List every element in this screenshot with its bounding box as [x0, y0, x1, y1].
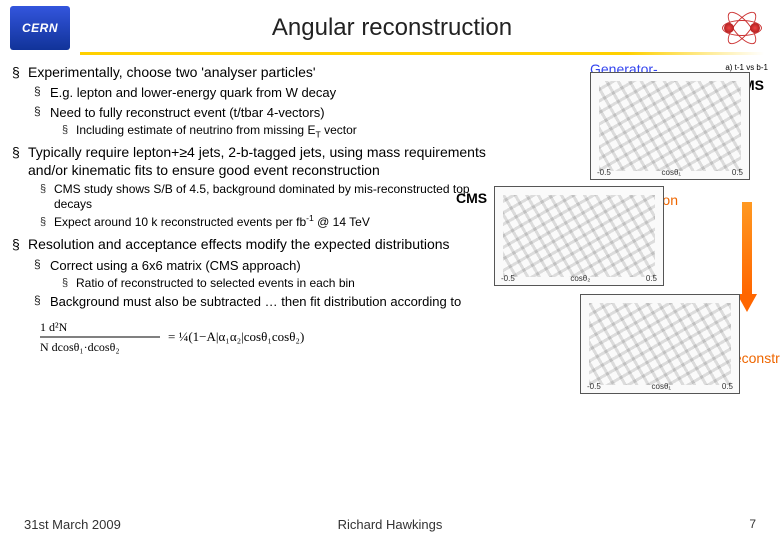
slide-body: Experimentally, choose two 'analyser par… [0, 55, 780, 400]
ax3-low: -0.5 [587, 382, 601, 391]
ax-low: -0.5 [597, 168, 611, 177]
plot-3d-reconstructed: -0.5 cosθ₁ 0.5 [580, 294, 740, 394]
figure-column: Generator-level CMS a) t-1 vs b-1 -0.5co… [490, 63, 778, 400]
slide-title: Angular reconstruction [70, 14, 714, 42]
ax-lbl1: cosθ₁ [662, 168, 682, 177]
bullet-2: Typically require lepton+≥4 jets, 2-b-ta… [10, 143, 490, 231]
formula-svg: 1 d²N N dcosθ₁·dcosθ₂ = ¼(1−A|α₁α₂|cosθ₁… [40, 317, 370, 357]
footer-author: Richard Hawkings [268, 517, 512, 532]
bullet-1-1: E.g. lepton and lower-energy quark from … [28, 84, 490, 101]
formula-num: 1 d²N [40, 320, 68, 334]
b22-pre: Expect around 10 k reconstructed events … [54, 215, 306, 229]
plot-3d-resolution: -0.5 cosθ₂ 0.5 [494, 186, 664, 286]
cms-label-2: CMS [456, 190, 487, 206]
b22-sup: -1 [306, 213, 314, 223]
bullet-3-1: Correct using a 6x6 matrix (CMS approach… [28, 257, 490, 292]
footer-page: 7 [512, 517, 756, 532]
ax2-low: -0.5 [501, 274, 515, 283]
formula-den: N dcosθ₁·dcosθ₂ [40, 340, 120, 354]
ax3-lbl: cosθ₁ [652, 382, 672, 391]
bullet-2-2: Expect around 10 k reconstructed events … [28, 215, 490, 231]
formula-rhs: = ¼(1−A|α₁α₂|cosθ₁cosθ₂) [168, 329, 304, 344]
ax2-high: 0.5 [646, 274, 657, 283]
slide-header: CERN Angular reconstruction [0, 0, 780, 52]
plot-3d-generator: -0.5 cosθ₁ 0.5 [590, 72, 750, 180]
bullet-2-1: CMS study shows S/B of 4.5, background d… [28, 182, 490, 214]
bullet-1-2: Need to fully reconstruct event (t/tbar … [28, 104, 490, 139]
cern-logo-text: CERN [22, 21, 58, 35]
bullet-3-2: Background must also be subtracted … the… [28, 293, 490, 310]
plot-1-wrap: Generator-level CMS a) t-1 vs b-1 -0.5co… [590, 63, 778, 180]
bullet-1: Experimentally, choose two 'analyser par… [10, 63, 490, 139]
plot-3-wrap: CMS Reconstructed -0.5cosθ₁0.5 [580, 294, 778, 394]
formula-block: 1 d²N N dcosθ₁·dcosθ₂ = ¼(1−A|α₁α₂|cosθ₁… [40, 317, 490, 357]
cern-logo: CERN [10, 6, 70, 50]
bullet-column: Experimentally, choose two 'analyser par… [10, 63, 490, 400]
bullet-2-text: Typically require lepton+≥4 jets, 2-b-ta… [28, 144, 486, 178]
bullet-3-1-1: Ratio of reconstructed to selected event… [50, 276, 490, 292]
ax-high: 0.5 [732, 168, 743, 177]
ax3-high: 0.5 [722, 382, 733, 391]
b22-post: @ 14 TeV [314, 215, 370, 229]
bullet-3: Resolution and acceptance effects modify… [10, 235, 490, 311]
b121-post: vector [321, 123, 357, 137]
bullet-1-2-text: Need to fully reconstruct event (t/tbar … [50, 105, 325, 120]
bullet-1-2-1: Including estimate of neutrino from miss… [50, 123, 490, 139]
ax2-lbl: cosθ₂ [570, 274, 590, 283]
slide-footer: 31st March 2009 Richard Hawkings 7 [0, 517, 780, 532]
footer-date: 31st March 2009 [24, 517, 268, 532]
bullet-3-text: Resolution and acceptance effects modify… [28, 236, 450, 252]
plot-2-row: CMS Resolution -0.5cosθ₂0.5 [490, 186, 778, 292]
plot-2-wrap: CMS Resolution -0.5cosθ₂0.5 [494, 186, 664, 292]
bullet-3-1-text: Correct using a 6x6 matrix (CMS approach… [50, 258, 301, 273]
atom-emblem-icon [714, 6, 770, 50]
b121-pre: Including estimate of neutrino from miss… [76, 123, 315, 137]
bullet-1-text: Experimentally, choose two 'analyser par… [28, 64, 316, 80]
